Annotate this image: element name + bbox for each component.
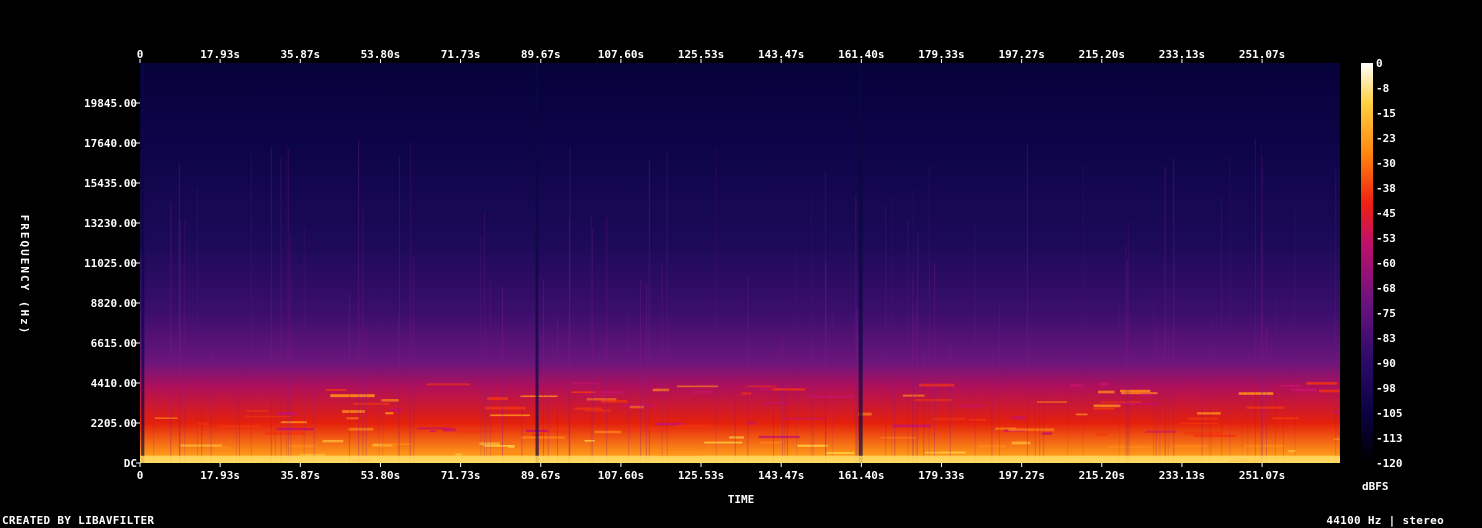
- x-tick-label-bottom: 179.33s: [918, 469, 964, 482]
- colorbar-label: dBFS: [1362, 480, 1389, 493]
- x-tick-label-bottom: 251.07s: [1239, 469, 1285, 482]
- x-tick-label-top: 161.40s: [838, 48, 884, 61]
- x-tick-label-top: 233.13s: [1159, 48, 1205, 61]
- x-tick-label-top: 125.53s: [678, 48, 724, 61]
- x-tick-label-bottom: 143.47s: [758, 469, 804, 482]
- colorbar-tick-label: -83: [1376, 332, 1396, 345]
- x-tick-label-top: 0: [137, 48, 144, 61]
- colorbar-tick-label: -15: [1376, 107, 1396, 120]
- y-tick-label: 8820.00: [91, 297, 137, 310]
- y-tick-label: 15435.00: [84, 177, 137, 190]
- spectrogram-chart: 0 -8 -15 -23 -30 -38 -45 -53 -60 -68 -75 -83 -90 -98 -…: [18, 48, 1403, 506]
- y-tick-label: 6615.00: [91, 337, 137, 350]
- colorbar-tick-label: -53: [1376, 232, 1396, 245]
- colorbar-tick-label: -90: [1376, 357, 1396, 370]
- x-tick-label-top: 35.87s: [280, 48, 320, 61]
- x-tick-label-bottom: 0: [137, 469, 144, 482]
- colorbar-tick-label: -38: [1376, 182, 1396, 195]
- x-tick-label-bottom: 89.67s: [521, 469, 561, 482]
- colorbar-tick-label: -113: [1376, 432, 1403, 445]
- colorbar-tick-label: -105: [1376, 407, 1403, 420]
- colorbar-tick-label: -120: [1376, 457, 1403, 470]
- y-axis: DC 2205.00 4410.00 6615.00 8820.00 11025.00 13…: [84, 97, 140, 470]
- colorbar-tick-label: -75: [1376, 307, 1396, 320]
- x-tick-label-bottom: 17.93s: [200, 469, 240, 482]
- x-tick-label-top: 143.47s: [758, 48, 804, 61]
- footer-format: 44100 Hz | stereo: [1326, 514, 1444, 527]
- y-tick-label: 13230.00: [84, 217, 137, 230]
- x-tick-label-bottom: 125.53s: [678, 469, 724, 482]
- colorbar-tick-label: -23: [1376, 132, 1396, 145]
- x-tick-label-top: 215.20s: [1079, 48, 1125, 61]
- y-tick-label: DC: [124, 457, 137, 470]
- y-axis-label: FREQUENCY (Hz): [18, 215, 31, 336]
- x-tick-label-bottom: 53.80s: [361, 469, 401, 482]
- x-tick-label-bottom: 197.27s: [998, 469, 1044, 482]
- y-tick-label: 11025.00: [84, 257, 137, 270]
- colorbar-tick-label: -68: [1376, 282, 1396, 295]
- y-tick-label: 19845.00: [84, 97, 137, 110]
- colorbar-tick-label: -30: [1376, 157, 1396, 170]
- x-axis-top: 0 17.93s 35.87s 53.80s 71.73s 89.67s 107.60s 12…: [137, 48, 1285, 63]
- x-tick-label-bottom: 71.73s: [441, 469, 481, 482]
- footer-credit: CREATED BY LIBAVFILTER: [2, 514, 155, 527]
- x-tick-label-bottom: 107.60s: [598, 469, 644, 482]
- colorbar-tick-label: -45: [1376, 207, 1396, 220]
- x-tick-label-top: 197.27s: [998, 48, 1044, 61]
- x-axis-bottom: 0 17.93s 35.87s 53.80s 71.73s 89.67s 107.60s 12…: [137, 463, 1285, 482]
- colorbar-tick-label: -8: [1376, 82, 1389, 95]
- colorbar-tick-label: 0: [1376, 57, 1383, 70]
- x-tick-label-bottom: 35.87s: [280, 469, 320, 482]
- y-tick-label: 4410.00: [91, 377, 137, 390]
- x-tick-label-top: 89.67s: [521, 48, 561, 61]
- x-tick-label-top: 17.93s: [200, 48, 240, 61]
- x-tick-label-bottom: 233.13s: [1159, 469, 1205, 482]
- colorbar-ticks: 0 -8 -15 -23 -30 -38 -45 -53 -60 -68 -75 -83 -90 -98 -…: [1376, 57, 1403, 470]
- y-tick-label: 2205.00: [91, 417, 137, 430]
- x-axis-label: TIME: [728, 493, 755, 506]
- x-tick-label-top: 179.33s: [918, 48, 964, 61]
- x-tick-label-bottom: 161.40s: [838, 469, 884, 482]
- x-tick-label-bottom: 215.20s: [1079, 469, 1125, 482]
- colorbar-tick-label: -98: [1376, 382, 1396, 395]
- colorbar-tick-label: -60: [1376, 257, 1396, 270]
- x-tick-label-top: 71.73s: [441, 48, 481, 61]
- y-tick-label: 17640.00: [84, 137, 137, 150]
- x-tick-label-top: 53.80s: [361, 48, 401, 61]
- colorbar: [1361, 63, 1373, 463]
- x-tick-label-top: 251.07s: [1239, 48, 1285, 61]
- x-tick-label-top: 107.60s: [598, 48, 644, 61]
